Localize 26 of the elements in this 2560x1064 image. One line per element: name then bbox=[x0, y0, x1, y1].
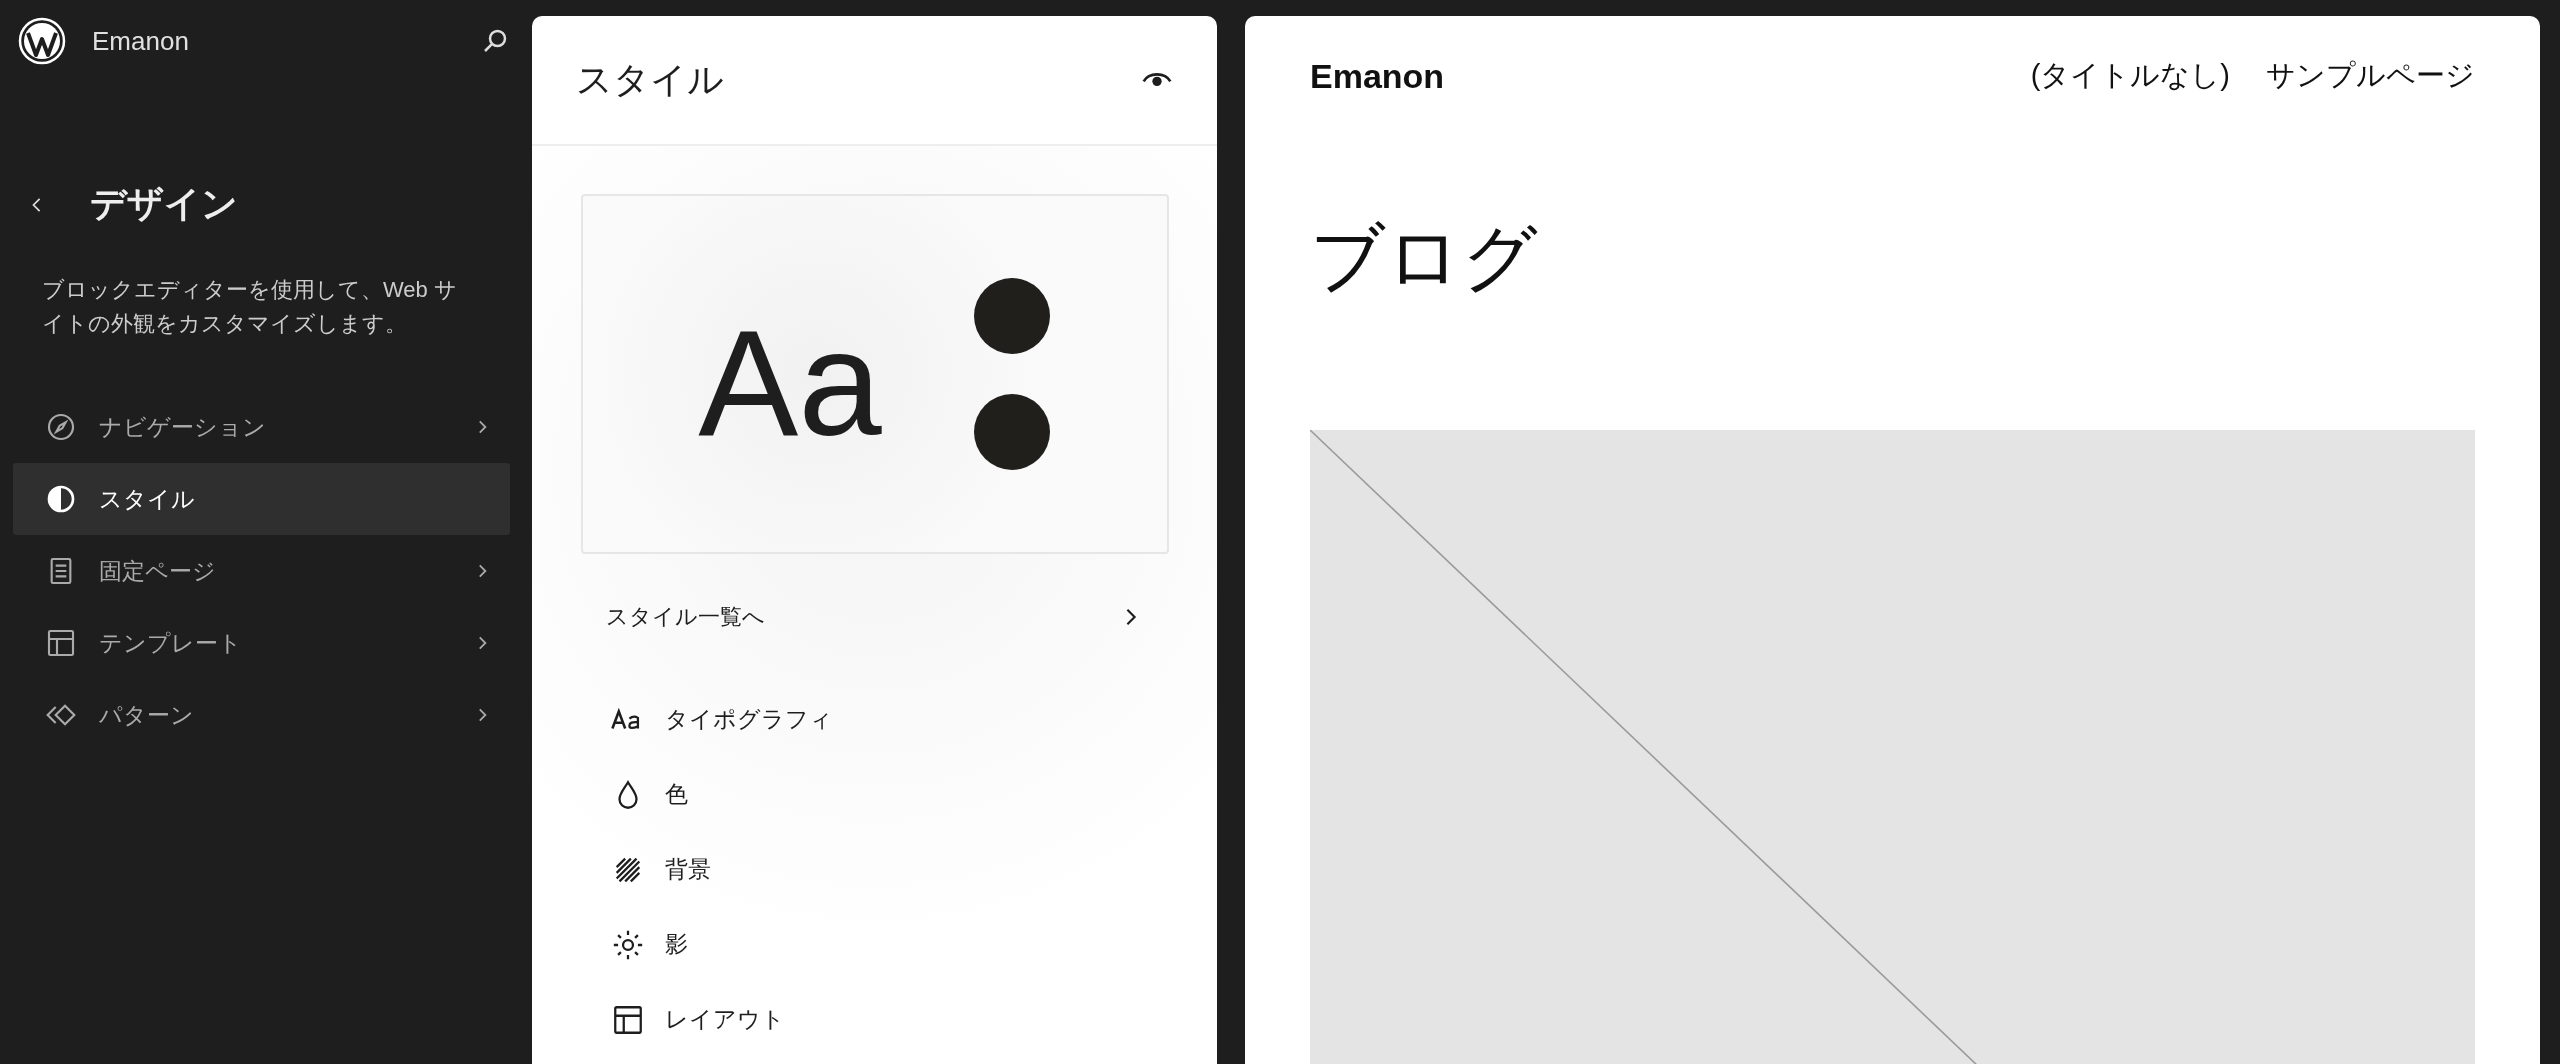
sidebar-item[interactable]: 固定ページ bbox=[13, 535, 510, 607]
page-heading: ブログ bbox=[1310, 221, 1539, 295]
sidebar-item[interactable]: スタイル bbox=[13, 463, 510, 535]
layout-icon bbox=[45, 627, 77, 659]
site-title[interactable]: Emanon bbox=[1310, 56, 1445, 96]
typography-sample: Aa bbox=[698, 298, 882, 458]
style-menu-item[interactable]: 色 bbox=[581, 757, 1169, 832]
style-menu-item[interactable]: レイアウト bbox=[581, 982, 1169, 1057]
sidebar-item[interactable]: ナビゲーション bbox=[13, 391, 510, 463]
style-preview-card[interactable]: Aa bbox=[581, 194, 1169, 554]
section-description: ブロックエディターを使用して、Web サイトの外観をカスタマイズします。 bbox=[42, 276, 458, 338]
style-menu-item[interactable]: 背景 bbox=[581, 832, 1169, 907]
sidebar-item[interactable]: テンプレート bbox=[13, 607, 510, 679]
style-menu-item[interactable]: タイポグラフィ bbox=[581, 682, 1169, 757]
nav-link[interactable]: (タイトルなし) bbox=[2030, 56, 2230, 96]
style-menu-item[interactable]: 影 bbox=[581, 907, 1169, 982]
half-circle-icon bbox=[45, 483, 77, 515]
chevron-right-icon bbox=[1125, 607, 1137, 627]
panel-title: スタイル bbox=[576, 57, 724, 102]
compass-icon bbox=[45, 411, 77, 443]
browse-styles-link[interactable]: スタイル一覧へ bbox=[581, 586, 1169, 648]
wordpress-logo-icon[interactable] bbox=[18, 17, 66, 65]
sidebar-item[interactable]: パターン bbox=[13, 679, 510, 751]
site-title[interactable]: Emanon bbox=[92, 25, 480, 57]
section-heading: デザイン bbox=[90, 182, 238, 226]
nav-link[interactable]: サンプルページ bbox=[2266, 56, 2475, 96]
